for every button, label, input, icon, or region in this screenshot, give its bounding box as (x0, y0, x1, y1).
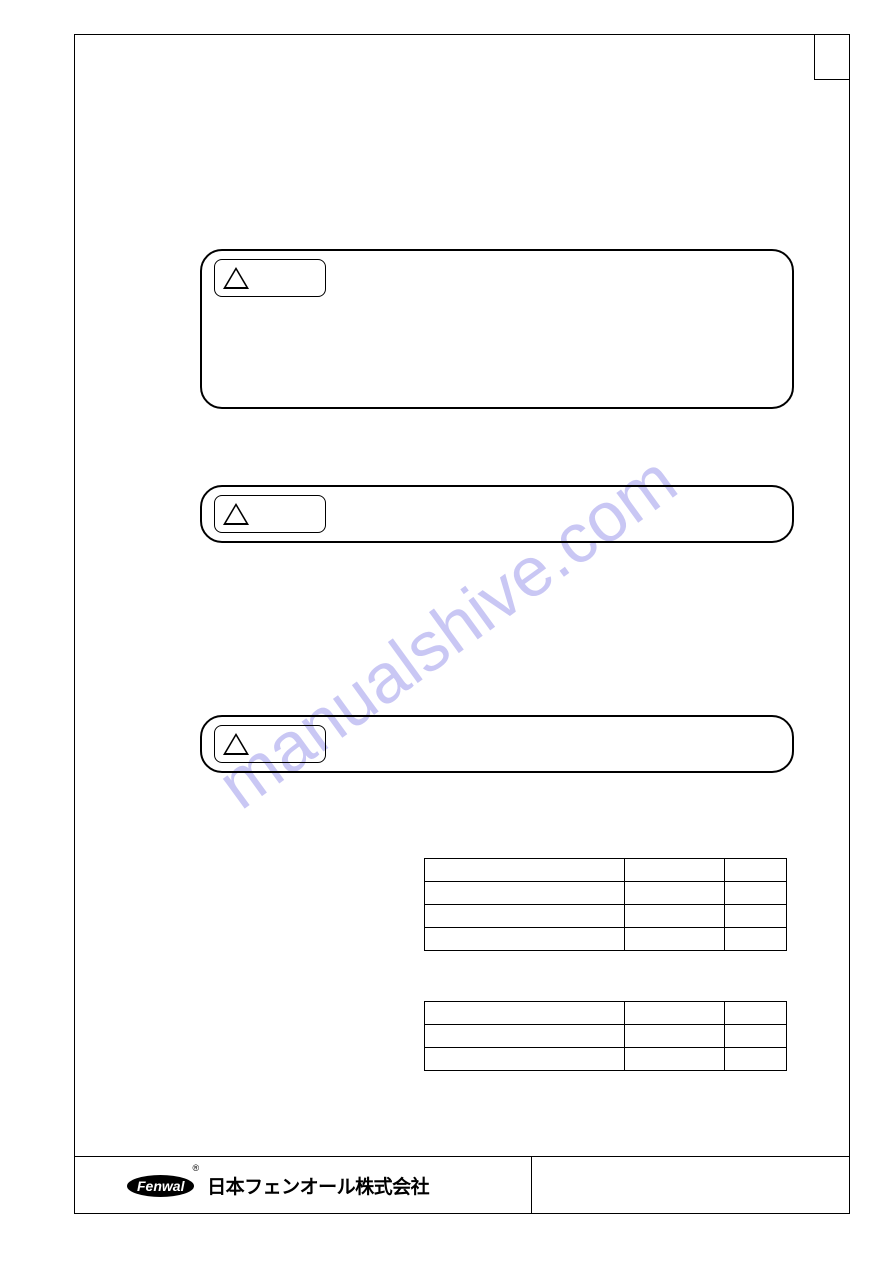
page-frame: Fenwal ® 日本フェンオール株式会社 (74, 34, 850, 1214)
warning-label-3 (214, 725, 326, 763)
warning-triangle-icon (223, 733, 249, 755)
warning-triangle-icon (223, 267, 249, 289)
warning-box-1 (200, 249, 794, 409)
corner-box (814, 34, 850, 80)
table-row (425, 1002, 787, 1025)
footer-divider (75, 1156, 849, 1157)
registered-mark: ® (192, 1163, 199, 1173)
warning-label-1 (214, 259, 326, 297)
table-row (425, 905, 787, 928)
warning-box-3 (200, 715, 794, 773)
data-table-1 (424, 858, 787, 951)
fenwal-pill: Fenwal (127, 1175, 194, 1197)
table-row (425, 928, 787, 951)
footer-vertical-divider (531, 1157, 532, 1213)
data-table-2 (424, 1001, 787, 1071)
company-name-jp: 日本フェンオール株式会社 (207, 1172, 429, 1199)
table-row (425, 859, 787, 882)
warning-triangle-icon (223, 503, 249, 525)
warning-box-2 (200, 485, 794, 543)
table-row (425, 1025, 787, 1048)
table-row (425, 882, 787, 905)
table-row (425, 1048, 787, 1071)
warning-label-2 (214, 495, 326, 533)
fenwal-logo: Fenwal® 日本フェンオール株式会社 (127, 1172, 429, 1199)
